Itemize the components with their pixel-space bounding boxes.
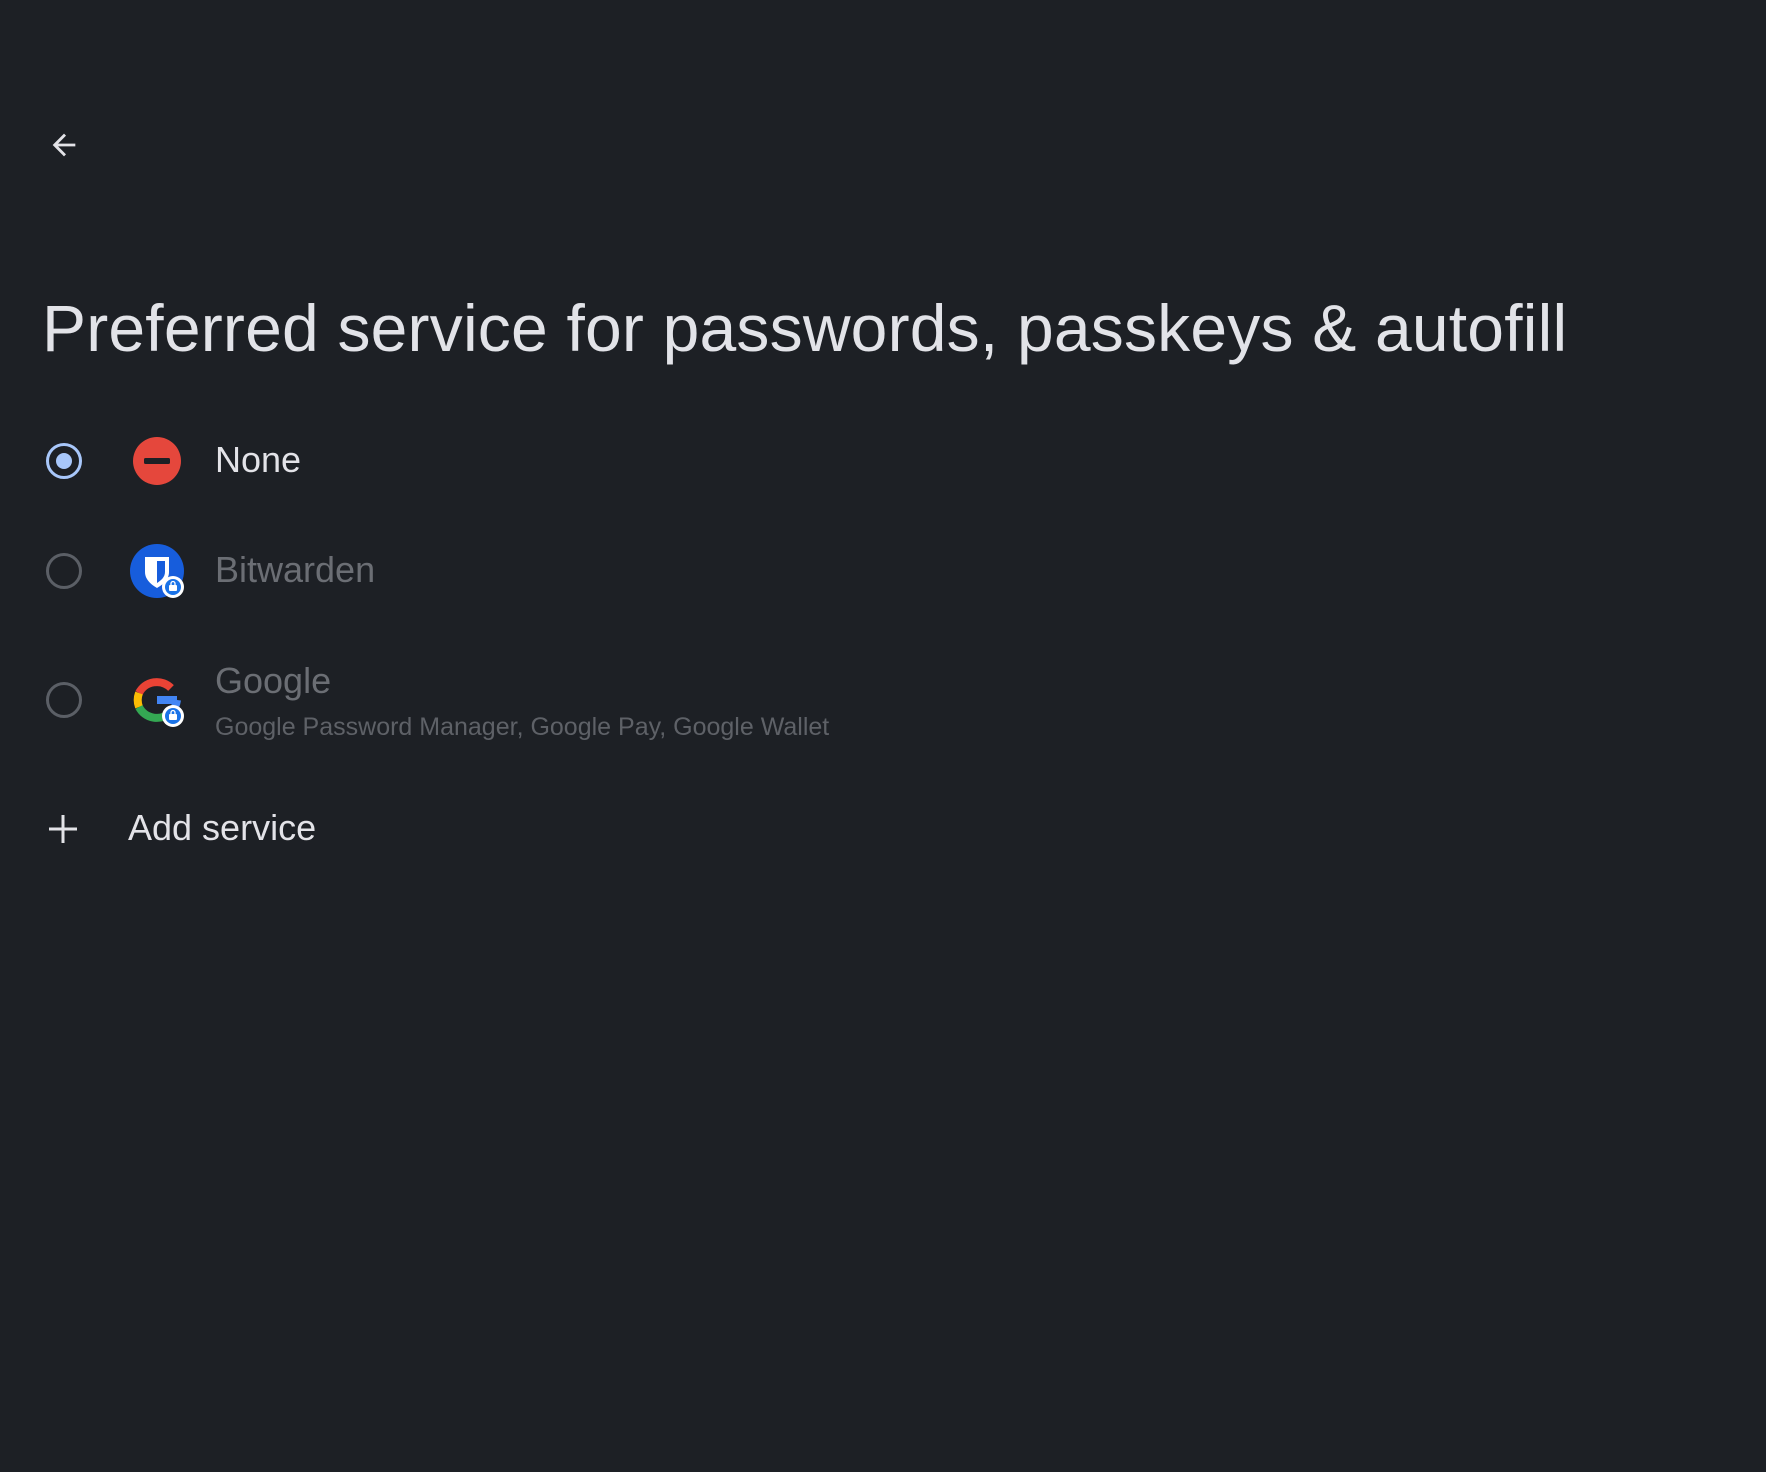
add-service-button[interactable]: Add service <box>0 798 1766 860</box>
radio-none[interactable] <box>46 443 82 479</box>
option-none[interactable]: None <box>0 430 1766 492</box>
plus-icon <box>49 815 77 843</box>
radio-bitwarden[interactable] <box>46 553 82 589</box>
radio-google[interactable] <box>46 682 82 718</box>
bitwarden-shield-icon <box>128 542 186 600</box>
option-google[interactable]: Google Google Password Manager, Google P… <box>0 655 1766 745</box>
google-g-icon <box>128 671 186 729</box>
option-bitwarden[interactable]: Bitwarden <box>0 540 1766 602</box>
option-subtitle: Google Password Manager, Google Pay, Goo… <box>215 713 830 741</box>
arrow-back-icon <box>52 133 76 157</box>
back-button[interactable] <box>34 115 94 175</box>
option-label: None <box>215 439 302 480</box>
option-label: Bitwarden <box>215 549 376 590</box>
none-minus-icon <box>128 432 186 490</box>
add-service-label: Add service <box>128 807 317 848</box>
option-label: Google <box>215 660 332 701</box>
page-title: Preferred service for passwords, passkey… <box>42 291 1568 365</box>
